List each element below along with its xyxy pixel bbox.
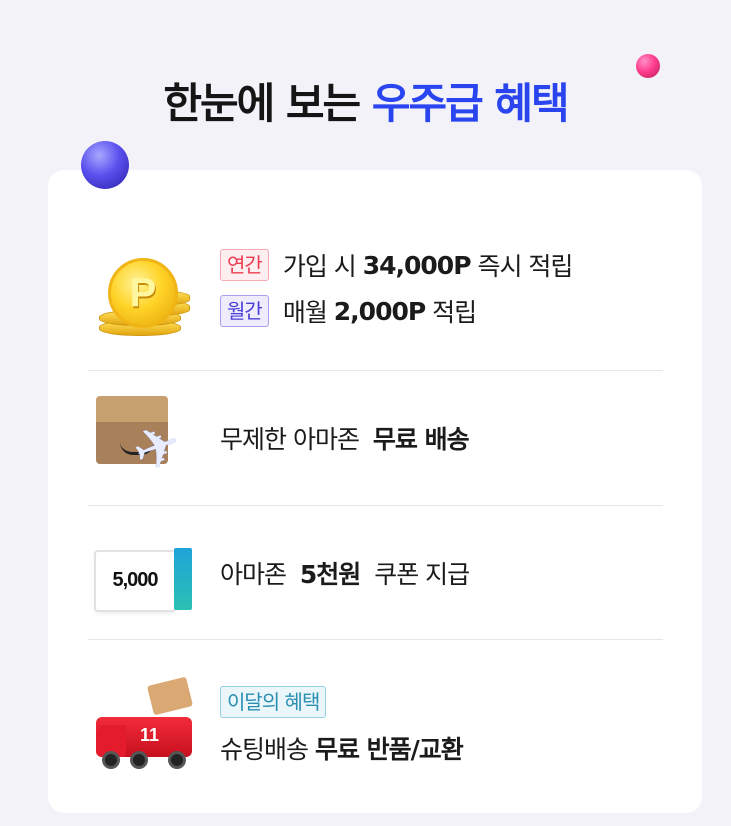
returns-text-bold: 무료 반품/교환 <box>314 735 464 764</box>
points-annual-post: 즉시 적립 <box>477 252 573 281</box>
truck-logo: 11 <box>140 725 160 745</box>
gold-coins-icon: P <box>88 238 220 338</box>
coupon-text-pre: 아마존 <box>220 559 293 589</box>
coupon-value: 5,000 <box>94 549 176 612</box>
shipping-text: 무제한 아마존 무료 배송 <box>220 420 470 456</box>
benefit-free-shipping: ✈ 무제한 아마존 무료 배송 <box>88 371 663 506</box>
points-line-monthly: 월간 매월 2,000P 적립 <box>220 292 572 330</box>
shipping-text-bold: 무료 배송 <box>372 425 470 454</box>
points-text: 연간 가입 시 34,000P 즉시 적립 월간 매월 2,000P 적립 <box>220 238 573 338</box>
title-main: 한눈에 보는 <box>163 79 361 128</box>
pink-orb-decoration <box>636 54 660 78</box>
title-accent: 우주급 혜택 <box>371 79 570 128</box>
benefit-points: P 연간 가입 시 34,000P 즉시 적립 월간 매월 2,000P 적립 <box>88 206 663 371</box>
points-monthly-amount: 2,000P <box>333 296 426 326</box>
returns-text: 이달의 혜택 슈팅배송 무료 반품/교환 <box>220 675 464 775</box>
coupon-text-bold: 5천원 <box>299 559 361 589</box>
points-annual-pre: 가입 시 <box>282 252 357 281</box>
delivery-truck-icon: 11 <box>88 675 220 775</box>
benefit-returns: 11 이달의 혜택 슈팅배송 무료 반품/교환 <box>88 640 663 810</box>
returns-text-pre: 슈팅배송 <box>220 735 309 764</box>
coupon-text: 아마존 5천원 쿠폰 지급 <box>220 555 470 591</box>
tag-annual: 연간 <box>220 249 269 281</box>
points-annual-amount: 34,000P <box>362 250 472 280</box>
points-line-annual: 연간 가입 시 34,000P 즉시 적립 <box>220 246 573 284</box>
benefit-coupon: 5,000 아마존 5천원 쿠폰 지급 <box>88 506 663 640</box>
page-title: 한눈에 보는 우주급 혜택 <box>0 70 731 131</box>
tag-monthly-benefit: 이달의 혜택 <box>220 686 327 718</box>
amazon-box-plane-icon: ✈ <box>88 388 220 488</box>
points-monthly-post: 적립 <box>432 298 477 327</box>
tag-monthly: 월간 <box>220 295 269 327</box>
coupon-icon: 5,000 <box>88 523 220 623</box>
benefits-card: P 연간 가입 시 34,000P 즉시 적립 월간 매월 2,000P 적립 … <box>48 170 702 813</box>
shipping-text-pre: 무제한 아마존 <box>220 425 366 454</box>
coin-face: P <box>108 258 178 328</box>
coupon-text-post: 쿠폰 지급 <box>367 559 470 589</box>
blue-orb-decoration <box>81 141 129 189</box>
plane-icon: ✈ <box>124 409 191 488</box>
points-monthly-pre: 매월 <box>282 298 328 327</box>
